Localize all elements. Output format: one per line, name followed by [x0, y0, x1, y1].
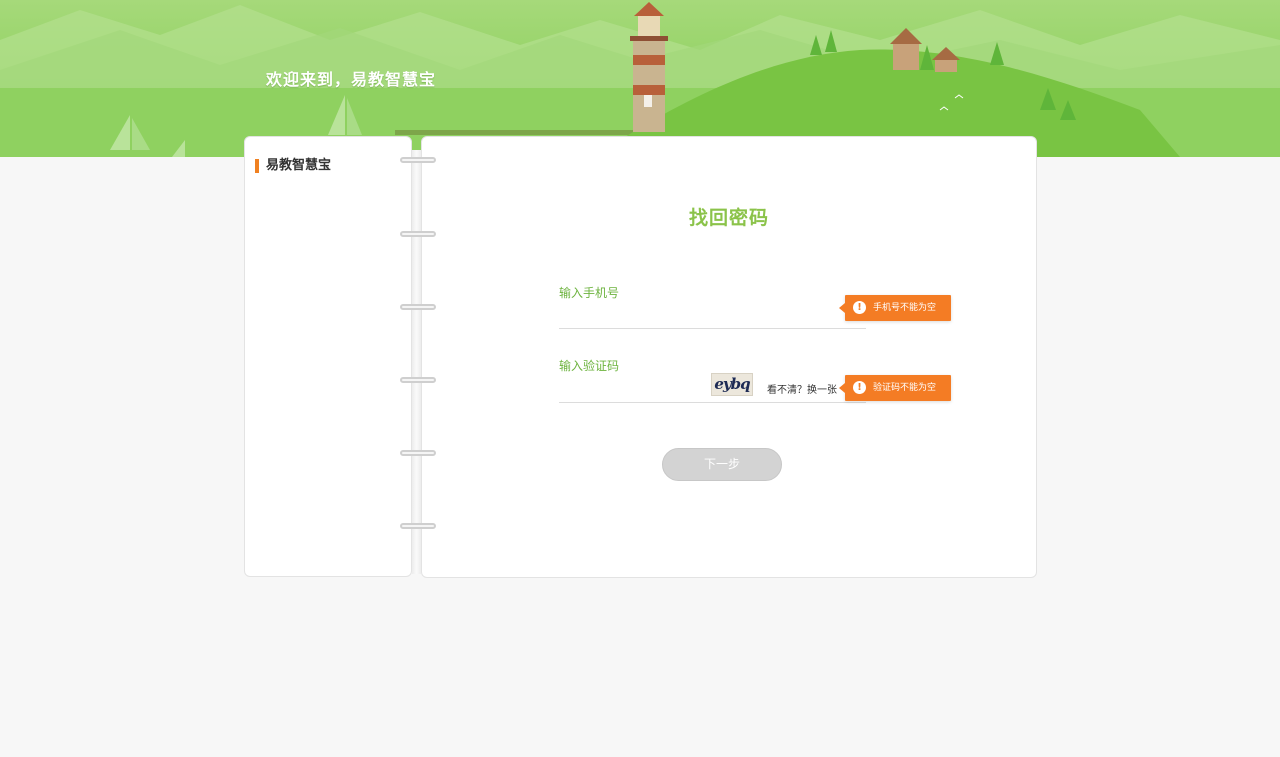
next-step-button[interactable]: 下一步 — [662, 448, 782, 481]
verification-code-input[interactable] — [559, 376, 704, 398]
code-error-text: 验证码不能为空 — [873, 383, 937, 393]
refresh-captcha-link[interactable]: 看不清？换一张 — [767, 381, 837, 396]
code-field-label: 输入验证码 — [559, 359, 620, 373]
exclamation-circle-icon: ! — [853, 381, 866, 394]
captcha-image[interactable]: eybq — [711, 373, 753, 396]
welcome-text: 欢迎来到，易教智慧宝 — [266, 70, 437, 89]
sidebar-title: 易教智慧宝 — [255, 159, 331, 173]
binder-spine — [412, 150, 421, 574]
binder-ring — [400, 304, 436, 310]
banner-landscape-illustration — [0, 2, 1280, 157]
exclamation-circle-icon: ! — [853, 301, 866, 314]
code-input-underline — [559, 402, 866, 403]
binder-ring — [400, 523, 436, 529]
phone-input[interactable] — [559, 303, 839, 325]
phone-error-tooltip: ! 手机号不能为空 — [839, 295, 951, 321]
sidebar-panel: 易教智慧宝 — [244, 136, 412, 577]
binder-ring — [400, 377, 436, 383]
header-banner: 欢迎来到，易教智慧宝 — [0, 0, 1280, 157]
binder-ring — [400, 157, 436, 163]
binder-ring — [400, 231, 436, 237]
phone-error-text: 手机号不能为空 — [873, 303, 937, 313]
phone-field-label: 输入手机号 — [559, 286, 620, 300]
recover-password-panel: 找回密码 输入手机号 ! 手机号不能为空 输入验证码 eybq 看不清？换一张 … — [421, 136, 1037, 578]
phone-input-underline — [559, 328, 866, 329]
code-error-tooltip: ! 验证码不能为空 — [839, 375, 951, 401]
binder-ring — [400, 450, 436, 456]
page-title: 找回密码 — [688, 207, 769, 229]
